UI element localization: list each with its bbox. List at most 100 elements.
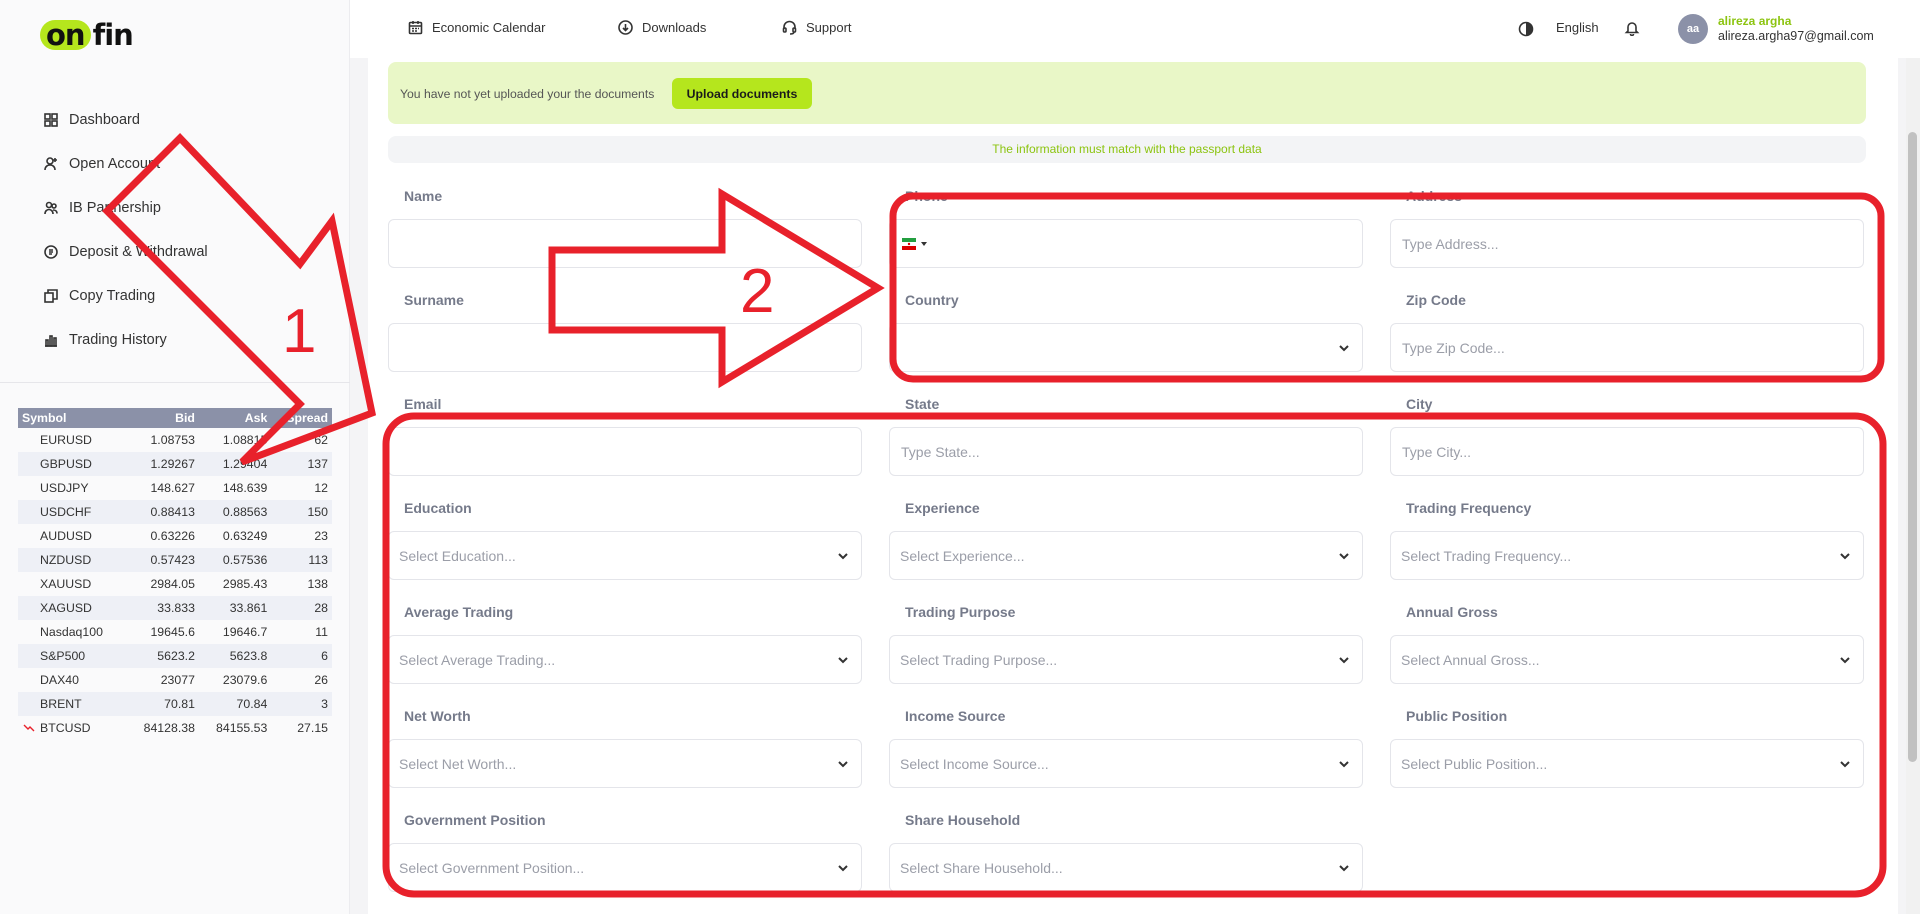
quotes-header-row: Symbol Bid Ask Spread [18,408,332,428]
table-row[interactable]: USDJPY 148.627 148.639 12 [18,476,332,500]
sidebar-item-label: IB Partnership [69,200,161,216]
country-label: Country [905,292,959,308]
education-select[interactable]: Select Education... [388,531,862,580]
table-row[interactable]: DAX40 23077 23079.6 26 [18,668,332,692]
annual-gross-select[interactable]: Select Annual Gross... [1390,635,1864,684]
table-row[interactable]: EURUSD 1.08753 1.08815 62 [18,428,332,452]
quote-bid: 148.627 [150,481,195,495]
trading-purpose-select[interactable]: Select Trading Purpose... [889,635,1363,684]
sidebar-item-trading-history[interactable]: Trading History [44,318,208,362]
economic-calendar-link[interactable]: Economic Calendar [408,20,545,35]
passport-info-notice: The information must match with the pass… [388,136,1866,163]
table-row[interactable]: NZDUSD 0.57423 0.57536 113 [18,548,332,572]
income-source-select[interactable]: Select Income Source... [889,739,1363,788]
quote-bid: 70.81 [126,692,199,716]
calendar-icon [408,21,423,35]
scrollbar-thumb[interactable] [1908,132,1917,762]
upload-documents-button[interactable]: Upload documents [672,78,812,109]
address-label: Address [1406,188,1463,204]
average-trading-select[interactable]: Select Average Trading... [388,635,862,684]
table-row[interactable]: Nasdaq100 19645.6 19646.7 11 [18,620,332,644]
sidebar-item-copy-trading[interactable]: Copy Trading [44,274,208,318]
headset-icon [782,20,797,35]
city-input[interactable] [1390,427,1864,476]
email-label: Email [404,396,442,412]
bell-icon[interactable] [1624,20,1640,36]
quote-spread: 3 [271,692,332,716]
address-input[interactable] [1390,219,1864,268]
name-input[interactable] [388,219,862,268]
sidebar-item-deposit-withdrawal[interactable]: Deposit & Withdrawal [44,230,208,274]
sidebar-item-ib-partnership[interactable]: IB Partnership [44,186,208,230]
phone-input[interactable] [889,219,1363,268]
language-selector[interactable]: English [1556,20,1599,35]
table-row[interactable]: S&P500 5623.2 5623.8 6 [18,644,332,668]
phone-label: Phone [905,188,948,204]
column-header-symbol[interactable]: Symbol [18,408,127,428]
email-input[interactable] [388,427,862,476]
chevron-down-icon [838,761,848,768]
support-link[interactable]: Support [782,20,852,35]
quote-symbol: BTCUSD [18,716,127,740]
state-input[interactable] [889,427,1363,476]
chevron-down-icon [1339,657,1349,664]
quote-symbol: XAUUSD [40,577,92,591]
quote-ask: 148.639 [222,481,268,495]
country-code-caret-icon[interactable] [921,242,927,246]
users-icon [44,201,58,215]
iran-flag-icon[interactable] [902,238,916,250]
chevron-down-icon [838,553,848,560]
sidebar-item-dashboard[interactable]: Dashboard [44,98,208,142]
annual-gross-label: Annual Gross [1406,604,1498,620]
quote-bid: 19645.6 [150,625,195,639]
quote-ask: 1.08815 [222,433,268,447]
table-row[interactable]: BTCUSD 84128.38 84155.53 27.15 [18,716,332,740]
quote-bid: 33.833 [126,596,199,620]
table-row[interactable]: AUDUSD 0.63226 0.63249 23 [18,524,332,548]
share-household-select[interactable]: Select Share Household... [889,843,1363,892]
quote-bid: 84128.38 [143,721,195,735]
bar-chart-icon [45,335,57,347]
quote-ask: 2985.43 [222,577,268,591]
column-header-spread[interactable]: Spread [271,408,332,428]
quote-bid: 0.57423 [126,548,199,572]
country-select[interactable] [889,323,1363,372]
net-worth-select[interactable]: Select Net Worth... [388,739,862,788]
coin-icon [44,245,58,259]
download-cloud-icon [618,20,633,35]
onfin-logo[interactable]: on fin [40,18,134,52]
surname-label: Surname [404,292,464,308]
quote-symbol: USDCHF [18,500,127,524]
government-position-select[interactable]: Select Government Position... [388,843,862,892]
theme-toggle-icon[interactable] [1518,21,1534,37]
surname-input[interactable] [388,323,862,372]
quote-spread: 62 [314,433,328,447]
trading-frequency-select[interactable]: Select Trading Frequency... [1390,531,1864,580]
name-label: Name [404,188,443,204]
table-row[interactable]: XAUUSD 2984.05 2985.43 138 [18,572,332,596]
table-row[interactable]: BRENT 70.81 70.84 3 [18,692,332,716]
quote-spread: 27.15 [297,721,328,735]
main-content: You have not yet uploaded your the docum… [368,58,1898,914]
table-row[interactable]: USDCHF 0.88413 0.88563 150 [18,500,332,524]
table-row[interactable]: GBPUSD 1.29267 1.29404 137 [18,452,332,476]
quote-spread: 6 [271,644,332,668]
quote-spread: 137 [271,452,332,476]
public-position-select[interactable]: Select Public Position... [1390,739,1864,788]
sidebar-item-label: Copy Trading [69,288,156,304]
table-row[interactable]: XAGUSD 33.833 33.861 28 [18,596,332,620]
quote-bid: 23077 [160,673,195,687]
column-header-bid[interactable]: Bid [126,408,199,428]
downloads-link[interactable]: Downloads [618,20,706,35]
avatar[interactable]: aa [1678,14,1708,44]
chevron-down-icon [1840,553,1850,560]
column-header-ask[interactable]: Ask [198,408,272,428]
experience-select[interactable]: Select Experience... [889,531,1363,580]
sidebar-item-open-account[interactable]: Open Account [44,142,208,186]
chevron-down-icon [838,865,848,872]
quote-bid: 0.88413 [126,500,199,524]
zip-code-input[interactable] [1390,323,1864,372]
trend-down-icon [23,724,35,732]
grid-icon [44,113,58,127]
quote-spread: 23 [314,529,328,543]
